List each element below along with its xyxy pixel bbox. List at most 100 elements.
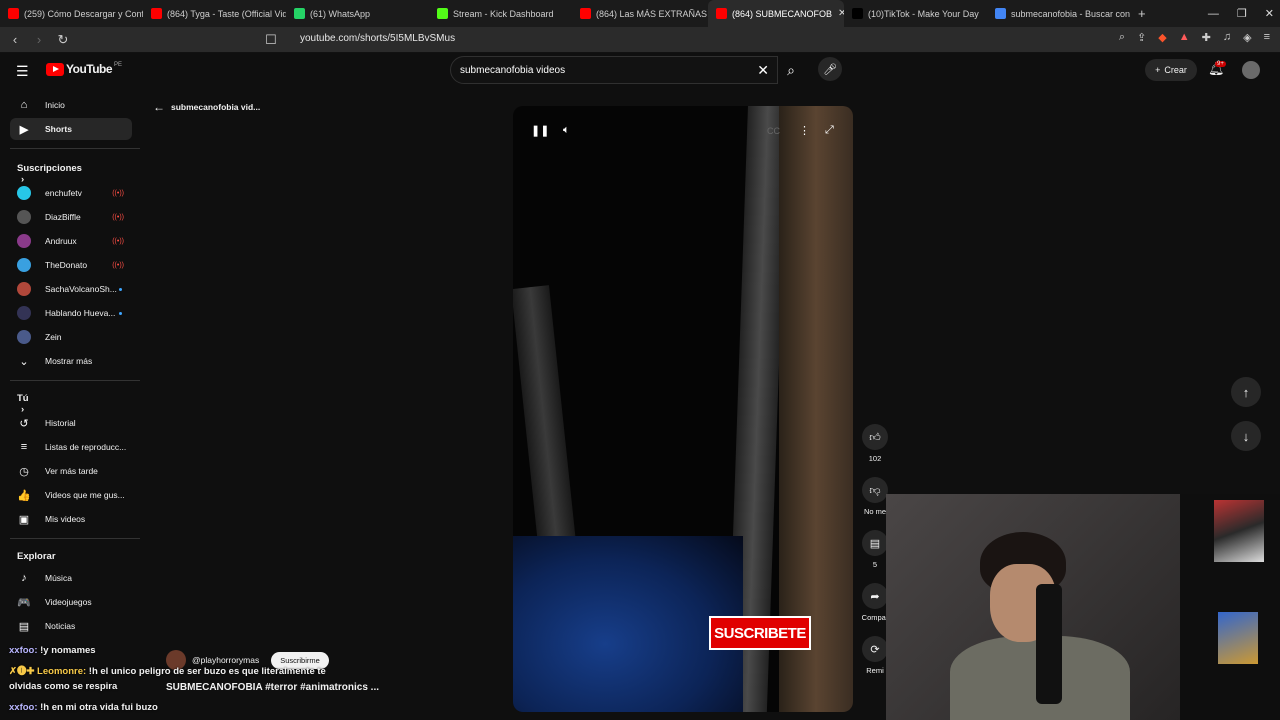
chevron-down-icon: ⌄ <box>19 355 29 368</box>
url-field[interactable]: youtube.com/shorts/5I5MLBvSMus <box>300 33 455 44</box>
channel-avatar <box>17 306 31 320</box>
playlist-icon: ≡ <box>20 441 28 453</box>
sidebar-subscription[interactable]: Hablando Hueva... <box>10 302 132 324</box>
live-icon: ((•)) <box>112 237 124 245</box>
short-video-player[interactable]: ❚❚ 🔈︎ CC ⋮ ⤢ SUSCRIBETE <box>513 106 853 712</box>
sidebar-subscription[interactable]: TheDonato ((•)) <box>10 254 132 276</box>
sidebar-subscription[interactable]: Andruux ((•)) <box>10 230 132 252</box>
browser-tab[interactable]: Stream - Kick Dashboard <box>429 0 572 27</box>
reload-icon[interactable]: ↻ <box>54 32 72 48</box>
remix-icon[interactable]: ⟳ <box>862 636 888 662</box>
restore-icon[interactable]: ❐ <box>1237 7 1247 20</box>
browser-tab[interactable]: (10)TikTok - Make Your Day <box>844 0 987 27</box>
wall-poster <box>1214 500 1264 562</box>
dislike-icon[interactable]: 👎︎ <box>862 477 888 503</box>
youtube-logo[interactable]: YouTube PE <box>46 62 122 76</box>
create-button[interactable]: + Crear <box>1145 59 1197 81</box>
sidebar-item-label: Shorts <box>45 124 72 134</box>
avatar[interactable] <box>1242 61 1260 79</box>
search-icon[interactable]: ⌕ <box>778 56 804 84</box>
fullscreen-icon[interactable]: ⤢ <box>825 124 834 137</box>
browser-tab-bar: (259) Cómo Descargar y Confi (864) Tyga -… <box>0 0 1280 27</box>
sidebar-item-label: enchufetv <box>45 188 82 198</box>
sidebar-item-label: Ver más tarde <box>45 466 98 476</box>
rewards-icon[interactable]: ▲ <box>1179 31 1190 44</box>
like-action[interactable]: 👍︎ 102 <box>858 424 892 463</box>
hamburger-menu-icon[interactable]: ☰ <box>16 63 29 80</box>
sidebar-subscription[interactable]: SachaVolcanoSh... <box>10 278 132 300</box>
channel-avatar <box>17 258 31 272</box>
thumb-up-icon: 👍 <box>17 489 31 502</box>
sidebar-item-explore[interactable]: ▤ Noticias <box>10 615 132 637</box>
sidebar-item-label: Mostrar más <box>45 356 93 366</box>
sidebar-item-you[interactable]: ≡ Listas de reproducc... <box>10 436 132 458</box>
brave-shield-icon[interactable]: ◆ <box>1158 31 1166 44</box>
tab-favicon-icon <box>437 8 448 19</box>
short-caption[interactable]: SUBMECANOFOBIA #terror #animatronics ... <box>166 682 379 693</box>
sidebar-item-shorts[interactable]: ▶ Shorts <box>10 118 132 140</box>
tab-label: (864) SUBMECANOFOB <box>732 8 833 19</box>
tab-favicon-icon <box>995 8 1006 19</box>
logo-text: YouTube <box>66 62 113 76</box>
comment-icon[interactable]: ▤ <box>862 530 888 556</box>
sidebar-item-label: Listas de reproducc... <box>45 442 127 452</box>
show-more-button[interactable]: ⌄ Mostrar más <box>10 350 132 372</box>
new-content-dot <box>119 311 122 315</box>
back-to-results[interactable]: ← submecanofobia vid... <box>153 100 260 114</box>
sidebar-subscription[interactable]: DiazBiffle ((•)) <box>10 206 132 228</box>
shorts-icon: ▶ <box>19 123 29 136</box>
close-window-icon[interactable]: ✕ <box>1265 7 1274 20</box>
microphone-icon[interactable]: 🎤︎ <box>818 57 842 81</box>
extensions-icon[interactable]: ✚ <box>1202 31 1211 44</box>
share-icon[interactable]: ⇪ <box>1137 31 1146 44</box>
menu-icon[interactable]: ≡ <box>1264 31 1270 44</box>
browser-tab[interactable]: (864) Tyga - Taste (Official Vide <box>143 0 286 27</box>
explore-heading[interactable]: Explorar <box>17 551 56 562</box>
chat-message: xxfoo: !h en mi otra vida fui buzo <box>9 701 158 715</box>
sidebar-item-inicio[interactable]: ⌂ Inicio <box>10 94 132 116</box>
wallet-icon[interactable]: ◈ <box>1243 31 1251 44</box>
browser-tab[interactable]: submecanofobia - Buscar con <box>987 0 1130 27</box>
channel-name[interactable]: @playhorrorymas <box>192 655 259 665</box>
minimize-icon[interactable]: — <box>1208 8 1219 20</box>
tab-label: submecanofobia - Buscar con <box>1011 8 1130 19</box>
back-icon[interactable]: ‹ <box>6 32 24 47</box>
more-options-icon[interactable]: ⋮ <box>799 124 810 137</box>
bookmark-icon[interactable]: ☐ <box>262 32 280 48</box>
share-icon[interactable]: ➦ <box>862 583 888 609</box>
forward-icon[interactable]: › <box>30 32 48 47</box>
browser-tab[interactable]: (864) Las MÁS EXTRAÑAS CINT <box>572 0 708 27</box>
sidebar-subscription[interactable]: Zein <box>10 326 132 348</box>
logo-country: PE <box>114 62 123 68</box>
browser-tab[interactable]: (259) Cómo Descargar y Confi <box>0 0 143 27</box>
sidebar-item-label: Videojuegos <box>45 597 92 607</box>
volume-icon[interactable]: 🔈︎ <box>563 124 570 137</box>
previous-short-button[interactable]: ↑ <box>1231 377 1261 407</box>
browser-tab[interactable]: (61) WhatsApp <box>286 0 429 27</box>
chat-text: !h el unico peligro de ser buzo es que l… <box>88 666 326 677</box>
sidebar-item-you[interactable]: ▣ Mis videos <box>10 508 132 530</box>
subscribe-sticker: SUSCRIBETE <box>709 616 811 650</box>
new-tab-icon[interactable]: + <box>1138 6 1146 21</box>
chat-text: !y nomames <box>40 645 96 656</box>
music-control-icon[interactable]: ♫ <box>1223 31 1231 44</box>
pause-icon[interactable]: ❚❚ <box>531 124 549 137</box>
sidebar-item-explore[interactable]: ♪ Música <box>10 567 132 589</box>
sidebar-subscription[interactable]: enchufetv ((•)) <box>10 182 132 204</box>
section-title: Suscripciones <box>17 163 82 174</box>
divider <box>10 380 140 381</box>
zoom-icon[interactable]: ⌕ <box>1119 31 1125 44</box>
browser-tab[interactable]: (864) SUBMECANOFOB ✕ <box>708 0 844 27</box>
clear-search-icon[interactable]: ✕ <box>757 62 769 79</box>
sidebar-item-explore[interactable]: 🎮 Videojuegos <box>10 591 132 613</box>
sidebar-item-you[interactable]: ◷ Ver más tarde <box>10 460 132 482</box>
sidebar-item-you[interactable]: 👍 Videos que me gus... <box>10 484 132 506</box>
captions-icon[interactable]: CC <box>767 126 780 136</box>
sidebar-item-you[interactable]: ↺ Historial <box>10 412 132 434</box>
sidebar-item-label: Andruux <box>45 236 77 246</box>
search-input[interactable]: submecanofobia videos ✕ <box>450 56 778 84</box>
like-icon[interactable]: 👍︎ <box>862 424 888 450</box>
chat-message: ✗🅘✚ Leomonre: !h el unico peligro de ser… <box>9 665 326 679</box>
next-short-button[interactable]: ↓ <box>1231 421 1261 451</box>
arrow-up-icon: ↑ <box>1242 384 1250 400</box>
